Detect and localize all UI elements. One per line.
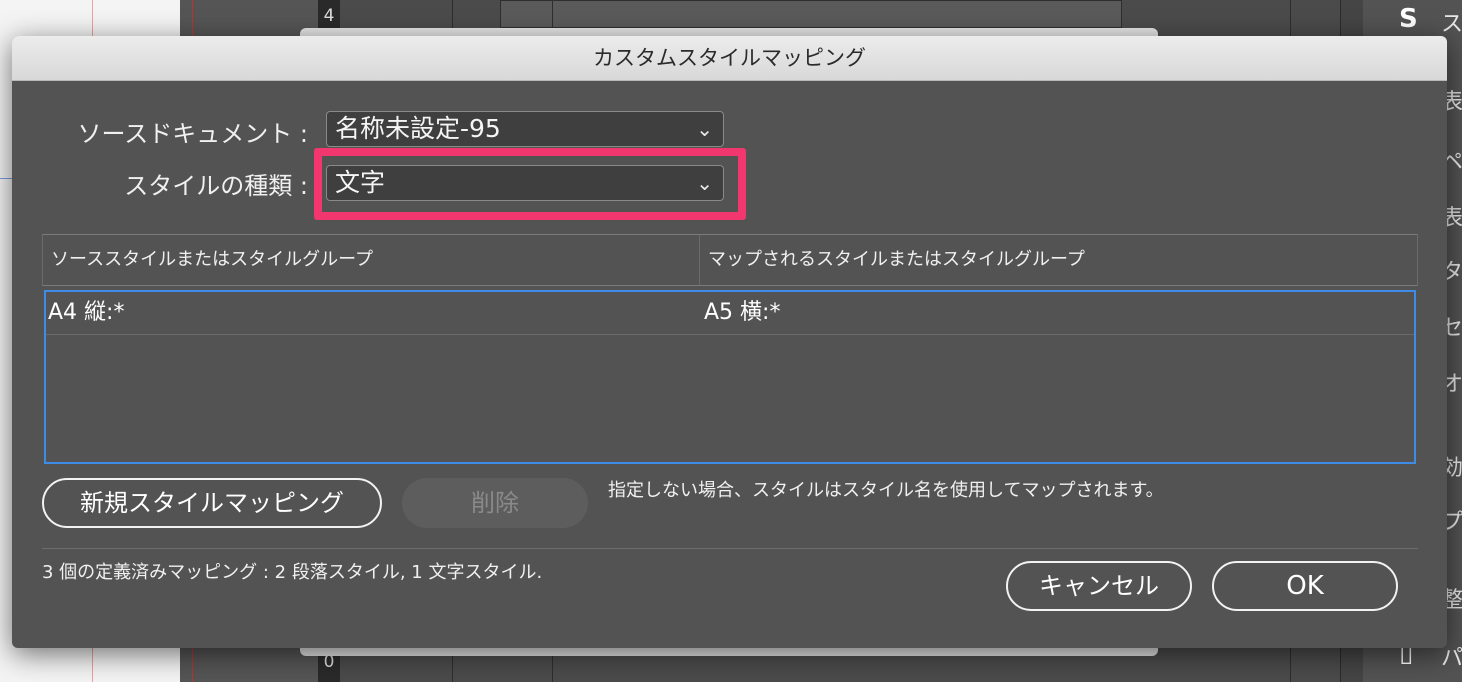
chevron-down-icon: ⌄: [696, 117, 713, 141]
custom-style-mapping-dialog: カスタムスタイルマッピング ソースドキュメント : 名称未設定-95 ⌄ スタイ…: [12, 36, 1447, 648]
source-document-value: 名称未設定-95: [335, 114, 501, 143]
divider: [42, 548, 1418, 549]
mapping-summary: 3 個の定義済みマッピング : 2 段落スタイル, 1 文字スタイル.: [42, 562, 543, 583]
ok-button[interactable]: OK: [1212, 561, 1398, 611]
panel-icon: S: [1399, 4, 1418, 34]
target-style-cell[interactable]: A5 横:*: [704, 292, 780, 334]
table-row[interactable]: A4 縦:* A5 横:*: [46, 292, 1414, 335]
background-panel: [500, 0, 1122, 28]
style-mapping-table: ソーススタイルまたはスタイルグループ マップされるスタイルまたはスタイルグループ…: [42, 234, 1418, 466]
column-header-source[interactable]: ソーススタイルまたはスタイルグループ: [43, 235, 699, 285]
new-style-mapping-button[interactable]: 新規スタイルマッピング: [42, 478, 382, 528]
source-style-cell[interactable]: A4 縦:*: [48, 292, 124, 334]
panel-tab-label: ス: [1441, 12, 1462, 37]
dialog-title: カスタムスタイルマッピング: [12, 36, 1447, 81]
delete-button[interactable]: 削除: [402, 478, 588, 528]
mapping-note: 指定しない場合、スタイルはスタイル名を使用してマップされます。: [608, 480, 1164, 501]
table-body[interactable]: A4 縦:* A5 横:*: [44, 290, 1416, 464]
cancel-button[interactable]: キャンセル: [1006, 561, 1192, 611]
annotation-highlight-box: [314, 148, 746, 220]
source-document-select[interactable]: 名称未設定-95 ⌄: [326, 111, 724, 147]
source-document-label: ソースドキュメント :: [77, 120, 308, 148]
style-type-label: スタイルの種類 :: [124, 172, 308, 200]
ruler-mark-top: 4: [323, 6, 335, 26]
column-header-target[interactable]: マップされるスタイルまたはスタイルグループ: [699, 235, 1417, 285]
table-header: ソーススタイルまたはスタイルグループ マップされるスタイルまたはスタイルグループ: [42, 234, 1418, 286]
